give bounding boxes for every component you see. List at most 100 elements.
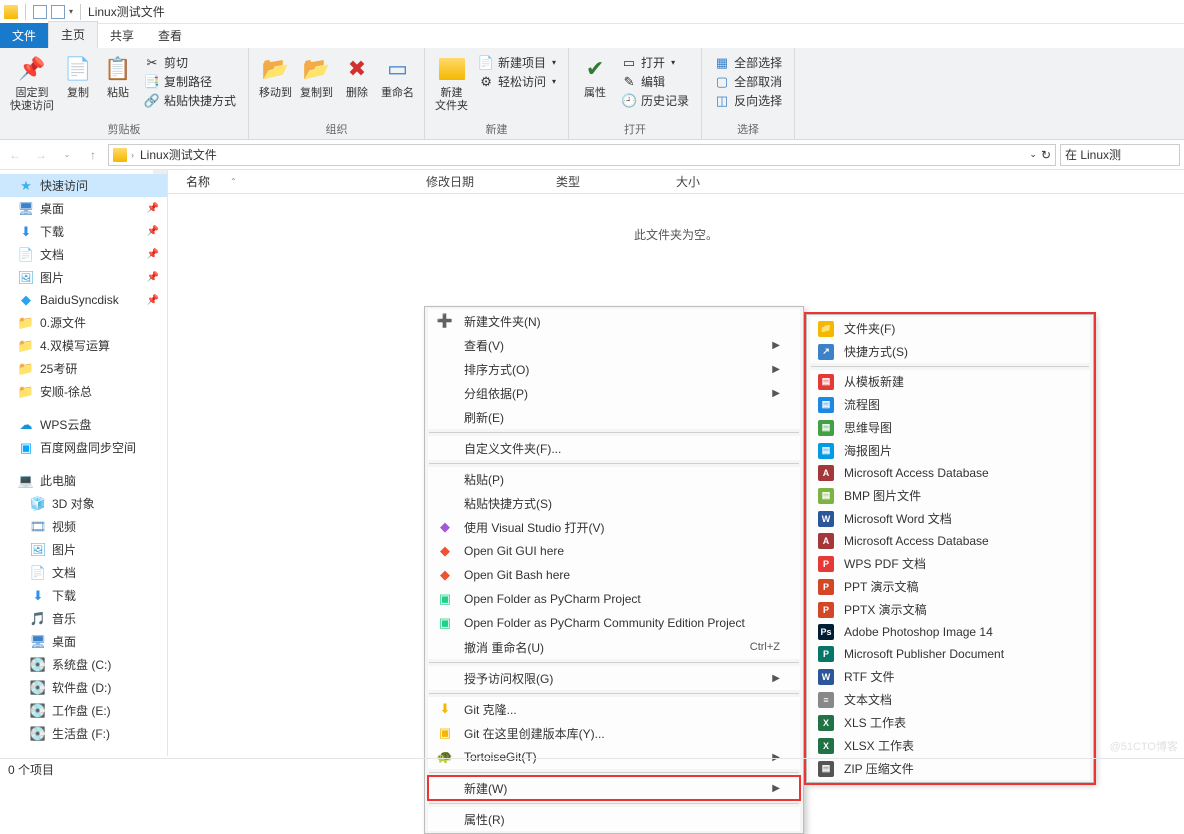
col-date[interactable]: 修改日期 [426,173,556,190]
new-submenu-item[interactable]: AMicrosoft Access Database [810,530,1090,552]
cut-button[interactable]: ✂剪切 [140,53,240,72]
sidebar-item[interactable]: ★快速访问 [0,174,167,197]
context-menu-item[interactable]: 查看(V)▶ [428,333,800,357]
tab-file[interactable]: 文件 [0,23,48,48]
new-submenu-item[interactable]: ≡文本文档 [810,688,1090,711]
easy-access-button[interactable]: ⚙轻松访问▾ [474,72,560,91]
context-menu-item[interactable]: ◆使用 Visual Studio 打开(V) [428,515,800,539]
select-none-button[interactable]: ▢全部取消 [710,72,786,91]
sidebar-item[interactable]: 🖥桌面 [0,630,167,653]
new-submenu-item[interactable]: PWPS PDF 文档 [810,552,1090,575]
sidebar-item[interactable]: 💽生活盘 (F:) [0,722,167,745]
context-menu-item[interactable]: 授予访问权限(G)▶ [428,666,800,690]
new-submenu-item[interactable]: XXLSX 工作表 [810,734,1090,757]
breadcrumb[interactable]: Linux测试文件 [138,146,219,163]
tab-share[interactable]: 共享 [98,23,146,48]
paste-shortcut-button[interactable]: 🔗粘贴快捷方式 [140,91,240,110]
new-submenu-item[interactable]: ▤从模板新建 [810,370,1090,393]
move-to-button[interactable]: 📂移动到 [255,51,296,102]
new-submenu-item[interactable]: ▤思维导图 [810,416,1090,439]
col-type[interactable]: 类型 [556,173,676,190]
sidebar-item[interactable]: 💽工作盘 (E:) [0,699,167,722]
new-submenu-item[interactable]: ↗快捷方式(S) [810,340,1090,363]
tab-view[interactable]: 查看 [146,23,194,48]
copy-to-button[interactable]: 📂复制到 [296,51,337,102]
open-button[interactable]: ▭打开▾ [617,53,693,72]
sidebar-item[interactable]: 💽系统盘 (C:) [0,653,167,676]
sidebar-item[interactable]: 💽软件盘 (D:) [0,676,167,699]
context-menu-item[interactable]: 刷新(E) [428,405,800,429]
qat-button[interactable] [51,5,65,19]
history-button[interactable]: 🕘历史记录 [617,91,693,110]
properties-button[interactable]: ✔属性 [575,51,615,102]
new-submenu-item[interactable]: ▤海报图片 [810,439,1090,462]
sidebar-item[interactable]: 🎵音乐 [0,607,167,630]
sidebar-item[interactable]: ◆BaiduSyncdisk📌 [0,289,167,311]
address-input[interactable]: › Linux测试文件 ⌄ ↻ [108,144,1056,166]
new-submenu-item[interactable]: PsAdobe Photoshop Image 14 [810,621,1090,643]
new-submenu-item[interactable]: PPPT 演示文稿 [810,575,1090,598]
sidebar-item[interactable]: 📁4.双模写运算 [0,334,167,357]
delete-button[interactable]: ✖删除 [337,51,377,102]
new-submenu-item[interactable]: PMicrosoft Publisher Document [810,643,1090,665]
sidebar-item[interactable]: ⬇下载 [0,584,167,607]
context-menu-item[interactable]: 分组依据(P)▶ [428,381,800,405]
sidebar-item[interactable]: 🖼图片 [0,538,167,561]
copy-path-button[interactable]: 📑复制路径 [140,72,240,91]
new-submenu-item[interactable]: PPPTX 演示文稿 [810,598,1090,621]
sidebar-item[interactable]: 🖼图片📌 [0,266,167,289]
sidebar-item[interactable]: 📁0.源文件 [0,311,167,334]
context-menu-item[interactable]: ◆Open Git GUI here [428,539,800,563]
sidebar-item[interactable]: ☁WPS云盘 [0,413,167,436]
sidebar-item[interactable]: 🧊3D 对象 [0,492,167,515]
context-menu-item[interactable]: ▣Git 在这里创建版本库(Y)... [428,721,800,745]
col-name[interactable]: 名称⌃ [186,173,426,190]
new-submenu-item[interactable]: WMicrosoft Word 文档 [810,507,1090,530]
new-submenu-item[interactable]: 📁文件夹(F) [810,317,1090,340]
sidebar-item[interactable]: 🖥桌面📌 [0,197,167,220]
nav-forward-button[interactable]: → [30,144,52,166]
new-submenu-item[interactable]: AMicrosoft Access Database [810,462,1090,484]
sidebar-item[interactable]: 💻此电脑 [0,469,167,492]
new-submenu-item[interactable]: ▤流程图 [810,393,1090,416]
select-all-button[interactable]: ▦全部选择 [710,53,786,72]
sidebar-item[interactable]: 📁25考研 [0,357,167,380]
sidebar-item[interactable]: ▣百度网盘同步空间 [0,436,167,459]
new-submenu-item[interactable]: WRTF 文件 [810,665,1090,688]
tab-home[interactable]: 主页 [48,21,98,48]
edit-button[interactable]: ✎编辑 [617,72,693,91]
context-menu-item[interactable]: 排序方式(O)▶ [428,357,800,381]
address-dropdown-icon[interactable]: ⌄ [1029,149,1037,160]
context-menu-item[interactable]: ➕新建文件夹(N) [428,309,800,333]
sidebar-item[interactable]: ⬇下载📌 [0,220,167,243]
context-menu-item[interactable]: 自定义文件夹(F)... [428,436,800,460]
nav-sidebar[interactable]: ⌃ ★快速访问🖥桌面📌⬇下载📌📄文档📌🖼图片📌◆BaiduSyncdisk📌📁0… [0,170,168,756]
qat-button[interactable] [33,5,47,19]
nav-back-button[interactable]: ← [4,144,26,166]
qat-dropdown-icon[interactable]: ▾ [69,7,73,16]
new-submenu-item[interactable]: ▤BMP 图片文件 [810,484,1090,507]
new-submenu-item[interactable]: XXLS 工作表 [810,711,1090,734]
invert-select-button[interactable]: ◫反向选择 [710,91,786,110]
col-size[interactable]: 大小 [676,173,776,190]
context-menu-item[interactable]: ⬇Git 克隆... [428,697,800,721]
search-input[interactable]: 在 Linux测 [1060,144,1180,166]
sidebar-item[interactable]: 🎞视频 [0,515,167,538]
new-folder-button[interactable]: 新建 文件夹 [431,51,472,115]
context-menu-item[interactable]: ◆Open Git Bash here [428,563,800,587]
nav-recent-dropdown[interactable]: ⌄ [56,144,78,166]
copy-button[interactable]: 📄复制 [58,51,98,102]
context-menu-item[interactable]: 属性(R) [428,807,800,831]
new-item-button[interactable]: 📄新建项目▾ [474,53,560,72]
sidebar-item[interactable]: 📄文档 [0,561,167,584]
paste-button[interactable]: 📋粘贴 [98,51,138,102]
nav-up-button[interactable]: ↑ [82,144,104,166]
sidebar-item[interactable]: 📄文档📌 [0,243,167,266]
rename-button[interactable]: ▭重命名 [377,51,418,102]
sidebar-item[interactable]: 📁安顺-徐总 [0,380,167,403]
context-menu-item[interactable]: ▣Open Folder as PyCharm Community Editio… [428,611,800,635]
refresh-icon[interactable]: ↻ [1041,148,1051,162]
context-menu-item[interactable]: ▣Open Folder as PyCharm Project [428,587,800,611]
pin-quick-access-button[interactable]: 📌固定到 快速访问 [6,51,58,115]
context-menu-item[interactable]: 撤消 重命名(U)Ctrl+Z [428,635,800,659]
